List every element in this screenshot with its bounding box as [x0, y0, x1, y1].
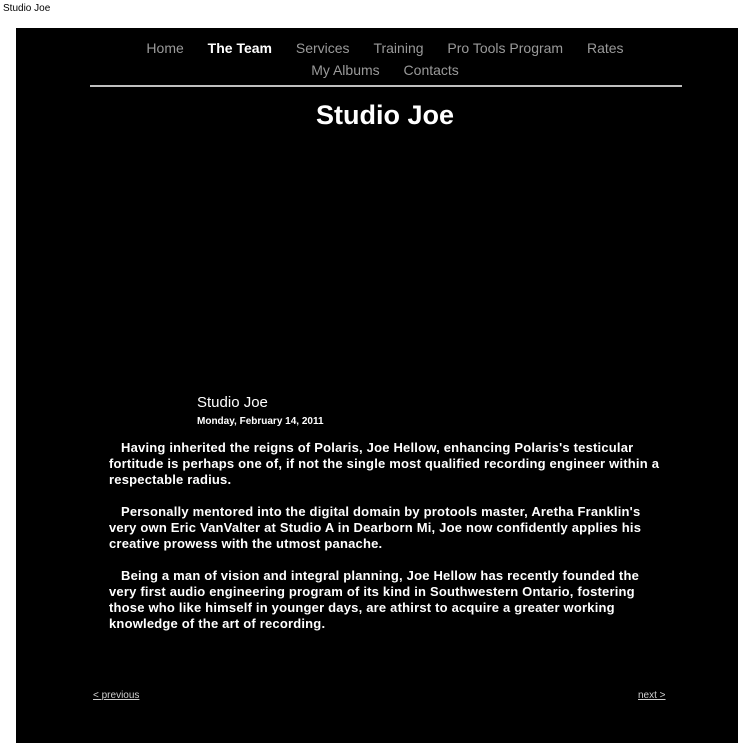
- post-paragraph-2: Personally mentored into the digital dom…: [109, 504, 642, 551]
- page-container: Home The Team Services Training Pro Tool…: [16, 28, 738, 743]
- window-title: Studio Joe: [3, 3, 51, 14]
- nav-item-pro-tools-program[interactable]: Pro Tools Program: [447, 40, 563, 56]
- site-title: Studio Joe: [315, 100, 454, 130]
- previous-link[interactable]: < previous: [93, 690, 139, 701]
- next-link[interactable]: next >: [638, 690, 666, 701]
- nav-item-services[interactable]: Services: [296, 40, 350, 56]
- nav-item-my-albums[interactable]: My Albums: [311, 62, 379, 78]
- post-paragraph-3: Being a man of vision and integral plann…: [109, 568, 640, 631]
- nav-divider: [90, 85, 682, 87]
- post-date: Monday, February 14, 2011: [197, 416, 324, 427]
- main-nav: Home The Team Services Training Pro Tool…: [16, 37, 745, 81]
- nav-item-contacts[interactable]: Contacts: [404, 62, 459, 78]
- post-paragraph-1: Having inherited the reigns of Polaris, …: [109, 440, 660, 487]
- nav-row-1: Home The Team Services Training Pro Tool…: [16, 37, 745, 59]
- post-title: Studio Joe: [197, 394, 268, 411]
- nav-item-rates[interactable]: Rates: [587, 40, 624, 56]
- post-body: Having inherited the reigns of Polaris, …: [109, 440, 669, 648]
- nav-item-the-team[interactable]: The Team: [208, 40, 272, 56]
- nav-item-training[interactable]: Training: [373, 40, 423, 56]
- nav-row-2: My Albums Contacts: [16, 59, 745, 81]
- nav-item-home[interactable]: Home: [146, 40, 183, 56]
